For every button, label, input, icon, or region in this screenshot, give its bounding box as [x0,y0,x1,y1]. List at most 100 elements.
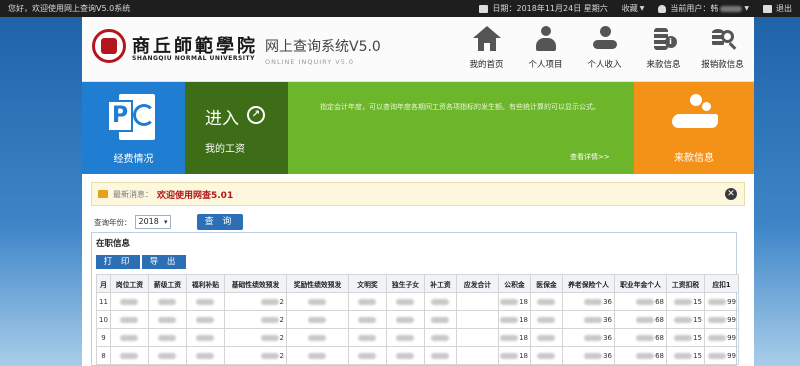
column-header: 基础性绩效预发 [224,274,287,293]
redacted-value [636,298,655,305]
table-cell [348,346,387,365]
cell-value: 99 [727,297,736,306]
cell-value: 15 [693,351,702,360]
column-header: 福利补贴 [186,274,225,293]
table-cell [456,292,499,311]
column-header: 岗位工资 [110,274,149,293]
redacted-value [396,334,414,341]
redacted-value [158,352,176,359]
nav-personal-projects[interactable]: 个人项目 [516,23,575,70]
redacted-value [396,316,414,323]
redacted-value [674,298,693,305]
table-cell: 15 [666,328,705,347]
redacted-value [196,334,214,341]
column-header: 独生子女 [386,274,425,293]
redacted-value [636,352,655,359]
redacted-value [120,352,138,359]
redacted-value [260,352,279,359]
table-cell: 36 [562,328,615,347]
table-cell: 99 [704,328,739,347]
table-cell [286,346,349,365]
top-bar: 您好，欢迎使用网上查询V5.0系统 日期：2018年11月24日 星期六 收藏 … [0,0,800,17]
redacted-value [537,316,555,323]
main-content: 最新消息： 欢迎使用网查5.01 ✕ 查询年份： 2018 查 询 在职信息 打… [82,174,754,366]
redacted-value [431,298,449,305]
export-button[interactable]: 导 出 [142,255,186,269]
nav-home[interactable]: 我的首页 [457,23,516,70]
employment-info-panel: 在职信息 打 印 导 出 月 岗位工资 薪级工资 福利补贴 基础性绩效预发 奖励… [91,232,739,366]
nav-payment-info-label: 来款信息 [646,60,681,70]
table-cell [110,310,149,329]
person-icon [532,26,560,52]
table-cell: 18 [498,346,531,365]
table-cell: 2 [224,328,287,347]
cell-value: 68 [655,315,664,324]
cell-value: 2 [279,333,284,342]
redacted-value [431,316,449,323]
close-icon[interactable]: ✕ [725,188,737,200]
table-cell: 99 [704,310,739,329]
money-hand-icon [668,92,722,136]
search-button[interactable]: 查 询 [196,214,243,230]
nav-personal-income[interactable]: 个人收入 [575,23,634,70]
redacted-value [308,316,326,323]
table-cell [148,292,187,311]
current-user-label: 当前用户： [670,4,711,13]
table-cell [348,292,387,311]
date-display: 日期：2018年11月24日 星期六 [479,3,608,14]
income-icon [591,26,619,52]
calendar-icon [479,4,489,13]
cell-value: 2 [279,315,284,324]
redacted-value [260,316,279,323]
table-cell [110,328,149,347]
table-cell [424,328,457,347]
table-cell: 99 [704,292,739,311]
redacted-value [358,298,376,305]
nav-home-label: 我的首页 [469,60,504,70]
print-button[interactable]: 打 印 [96,255,140,269]
cell-value: 15 [693,297,702,306]
view-details-link[interactable]: 查看详情>> [570,152,610,162]
tile-income-info[interactable]: 来款信息 [634,82,754,174]
redacted-value [158,316,176,323]
redacted-value [120,298,138,305]
tile-my-salary-label: 我的工资 [205,144,245,155]
table-cell: 2 [224,310,287,329]
cell-value: 99 [727,333,736,342]
redacted-name [720,5,743,12]
table-cell: 36 [562,310,615,329]
year-select[interactable]: 2018 [134,215,171,229]
table-row: 9 2 18 36 68 15 99 [96,328,739,347]
column-header: 薪级工资 [148,274,187,293]
logout-link[interactable]: 退出 [763,3,792,14]
panel-title: 在职信息 [96,239,131,249]
current-user-menu[interactable]: 当前用户： 韩 ▼ [658,3,749,14]
redacted-value [674,316,693,323]
cell-value: 68 [655,297,664,306]
cell-value: 2 [279,351,284,360]
cell-value: 18 [519,333,528,342]
redacted-value [708,298,727,305]
table-cell [186,310,225,329]
home-icon [472,26,501,52]
cell-value: 36 [603,297,612,306]
favorites-menu[interactable]: 收藏 ▼ [622,3,645,14]
tile-description: 指定会计年度，可以查询年度各期间工资各项指标的发生额。有些统计算的可以显示公式。… [288,82,634,174]
chevron-down-icon: ▼ [639,5,645,12]
redacted-value [636,334,655,341]
redacted-value [431,334,449,341]
table-cell: 36 [562,292,615,311]
tile-my-salary[interactable]: 进入 ↗ 我的工资 [185,82,288,174]
table-cell [110,292,149,311]
table-cell [148,310,187,329]
redacted-value [358,316,376,323]
tile-expense[interactable]: P 经费情况 [82,82,185,174]
column-header: 奖励性绩效预发 [286,274,349,293]
cell-value: 15 [693,333,702,342]
redacted-value [674,334,693,341]
nav-payment-info[interactable]: i 来款信息 [634,23,693,70]
cell-value: 36 [603,351,612,360]
nav-reimbursement-info[interactable]: 报销款信息 [693,23,752,70]
system-title: 网上查询系统V5.0 [265,39,381,55]
panel-toolbar: 打 印 导 出 [96,255,188,269]
